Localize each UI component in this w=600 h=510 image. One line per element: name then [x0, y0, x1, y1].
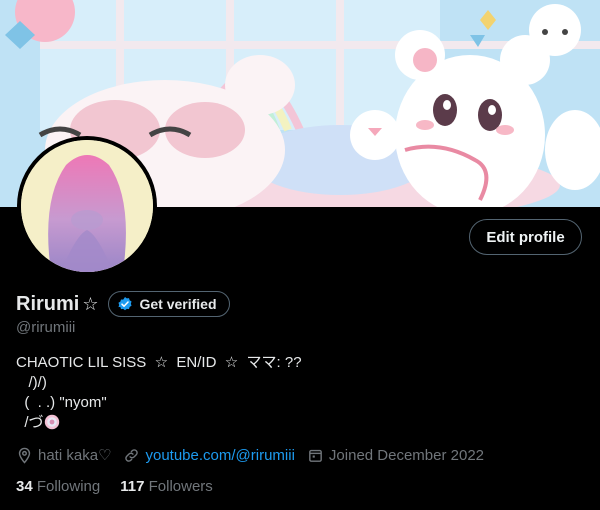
website-link[interactable]: youtube.com/@rirumiii [145, 447, 294, 464]
join-date-text: Joined December 2022 [328, 446, 485, 464]
flower-emoji-icon [44, 414, 59, 430]
link-icon [125, 448, 139, 462]
followers-link[interactable]: 117 Followers [120, 478, 213, 495]
location: hati kaka♡ [16, 446, 111, 464]
calendar-icon [309, 449, 322, 462]
display-name: Rirumi [16, 292, 80, 315]
handle: @rirumiii [16, 319, 76, 336]
location-text: hati kaka♡ [38, 447, 112, 464]
followers-label: Followers [148, 477, 213, 495]
edit-profile-button[interactable]: Edit profile [469, 219, 582, 255]
following-link[interactable]: 34 Following [16, 478, 100, 495]
avatar[interactable] [17, 136, 157, 276]
verified-badge-icon [118, 297, 133, 311]
avatar-image [21, 140, 153, 272]
website: youtube.com/@rirumiii [123, 447, 295, 464]
get-verified-button[interactable]: Get verified [108, 291, 230, 317]
name-row: Rirumi ☆ Get verified [16, 290, 230, 318]
join-date: Joined December 2022 [307, 447, 484, 464]
following-label: Following [36, 477, 101, 495]
name-star-icon: ☆ [82, 293, 99, 314]
follow-stats: 34 Following 117 Followers [16, 476, 233, 496]
location-pin-icon [18, 447, 31, 464]
get-verified-label: Get verified [139, 296, 217, 312]
profile-meta: hati kaka♡ youtube.com/@rirumiii Joined … [16, 445, 496, 465]
following-count: 34 [16, 477, 33, 495]
followers-count: 117 [120, 477, 145, 495]
bio: CHAOTIC LIL SISS ☆ EN/ID ☆ ママ: ?? /)/) (… [16, 353, 302, 433]
